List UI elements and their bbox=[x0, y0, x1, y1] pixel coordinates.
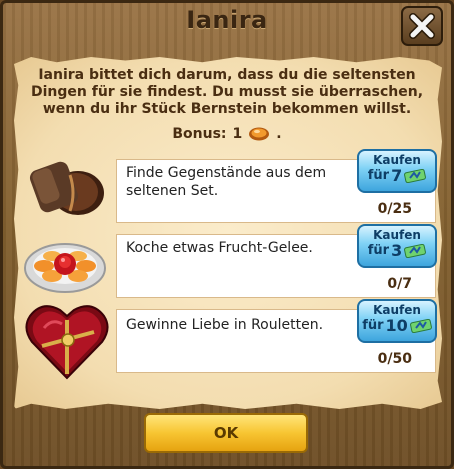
buy-prefix-2: für bbox=[367, 243, 390, 258]
amber-icon bbox=[249, 127, 270, 141]
close-icon bbox=[409, 13, 435, 39]
buy-price-row-2: für 3 bbox=[359, 242, 435, 260]
close-button[interactable] bbox=[401, 6, 443, 46]
fruit-plate-icon bbox=[24, 243, 106, 293]
buy-price-row-3: für 10 bbox=[359, 317, 435, 335]
heart-box-icon bbox=[25, 305, 109, 380]
task-progress-3: 0/50 bbox=[377, 351, 412, 367]
buy-label-2: Kaufen bbox=[373, 228, 421, 242]
wooden-stamp-icon bbox=[29, 161, 104, 215]
buy-price-row-1: für 7 bbox=[359, 167, 435, 185]
buy-price-1: 7 bbox=[391, 166, 403, 185]
buy-label-1: Kaufen bbox=[373, 153, 421, 167]
buy-label-3: Kaufen bbox=[373, 303, 421, 317]
buy-button-3[interactable]: Kaufen für 10 bbox=[357, 299, 437, 343]
bonus-suffix: . bbox=[276, 126, 282, 142]
task-text-2: Koche etwas Frucht-Gelee. bbox=[126, 240, 313, 256]
buy-price-3: 10 bbox=[385, 316, 408, 335]
ok-button[interactable]: OK bbox=[144, 413, 308, 453]
ticket-icon bbox=[404, 169, 427, 183]
bonus-row: Bonus: 1 . bbox=[0, 126, 454, 142]
task-progress-1: 0/25 bbox=[377, 201, 412, 217]
buy-button-2[interactable]: Kaufen für 3 bbox=[357, 224, 437, 268]
buy-button-1[interactable]: Kaufen für 7 bbox=[357, 149, 437, 193]
dialog-title: Ianira bbox=[186, 6, 268, 34]
buy-price-2: 3 bbox=[391, 241, 403, 260]
task-text-3: Gewinne Liebe in Rouletten. bbox=[126, 317, 324, 333]
ticket-icon bbox=[409, 319, 432, 333]
ticket-icon bbox=[404, 244, 427, 258]
bonus-value: 1 bbox=[232, 126, 243, 142]
intro-text: Ianira bittet dich darum, dass du die se… bbox=[30, 67, 424, 117]
buy-prefix-3: für bbox=[362, 318, 384, 333]
bonus-label: Bonus: bbox=[172, 126, 227, 142]
task-progress-2: 0/7 bbox=[387, 276, 412, 292]
task-text-1: Finde Gegenstände aus dem seltenen Set. bbox=[126, 165, 327, 199]
buy-prefix-1: für bbox=[367, 168, 390, 183]
ok-button-label: OK bbox=[213, 424, 239, 442]
